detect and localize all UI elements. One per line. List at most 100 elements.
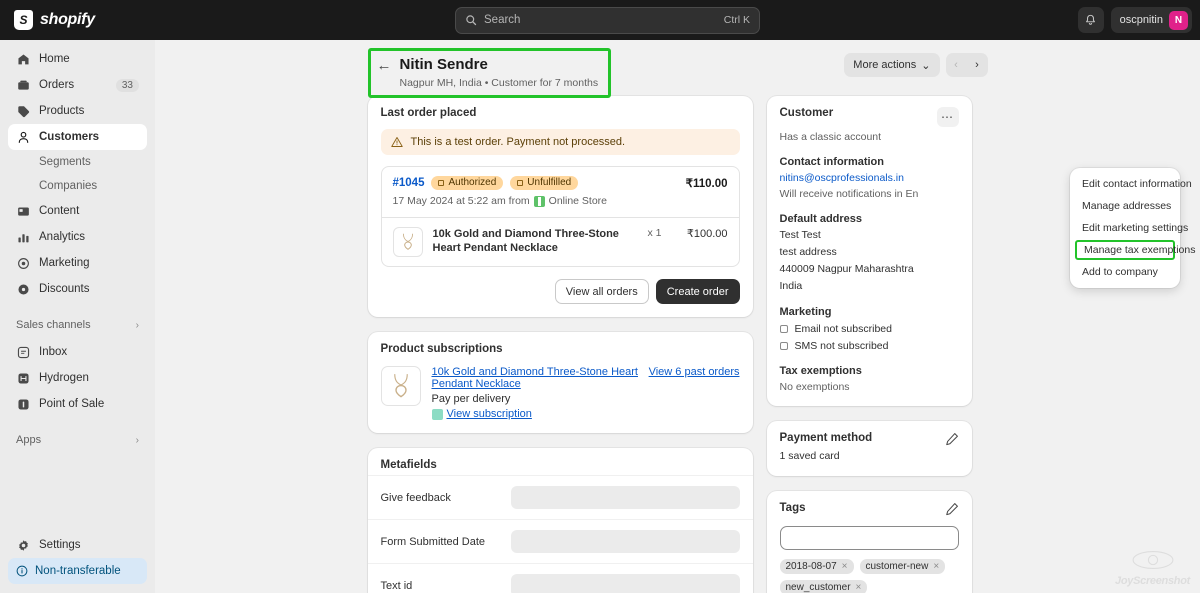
sidebar-item-point-of-sale[interactable]: Point of Sale: [8, 391, 147, 417]
view-past-orders-link[interactable]: View 6 past orders: [649, 366, 740, 378]
pencil-icon[interactable]: [945, 432, 959, 446]
sidebar-item-label: Content: [39, 205, 79, 217]
sidebar-item-customers[interactable]: Customers: [8, 124, 147, 150]
remove-tag-icon[interactable]: ×: [842, 561, 848, 572]
tag-label: customer-new: [866, 561, 929, 572]
status-badge-payment: Authorized: [431, 176, 503, 190]
metafield-value-give-feedback[interactable]: [511, 486, 740, 509]
more-options-icon[interactable]: ⋯: [937, 107, 959, 127]
pencil-icon[interactable]: [945, 502, 959, 516]
sidebar-footer: Settings Non-transferable: [8, 532, 147, 593]
remove-tag-icon[interactable]: ×: [856, 582, 862, 593]
status-badge[interactable]: Non-transferable: [8, 558, 147, 584]
menu-item-add-to-company[interactable]: Add to company: [1075, 261, 1175, 283]
order-summary: #1045 Authorized Unfulfilled ₹110.00: [381, 166, 740, 267]
sidebar-item-hydrogen[interactable]: Hydrogen: [8, 365, 147, 391]
sidebar-item-label: Hydrogen: [39, 372, 89, 384]
customers-icon: [16, 130, 30, 144]
sidebar-item-label: Products: [39, 105, 84, 117]
sidebar-group-label: Apps: [16, 434, 41, 446]
pagination: ‹ ›: [946, 53, 988, 77]
metafield-label: Text id: [381, 580, 511, 592]
metafields-card: Metafields Give feedback Form Submitted …: [368, 448, 753, 593]
sidebar-item-home[interactable]: Home: [8, 46, 147, 72]
subscription-frequency: Pay per delivery: [432, 393, 740, 405]
sidebar-group-apps[interactable]: Apps ›: [8, 426, 147, 454]
tag-chip[interactable]: 2018-08-07 ×: [780, 559, 854, 574]
online-store-icon: [534, 196, 545, 207]
subscription-row: 10k Gold and Diamond Three-Stone Heart P…: [381, 366, 740, 420]
remove-tag-icon[interactable]: ×: [933, 561, 939, 572]
previous-customer-button[interactable]: ‹: [946, 53, 967, 77]
orders-count-badge: 33: [116, 79, 139, 92]
default-address-heading: Default address: [780, 213, 959, 225]
back-button[interactable]: ←: [377, 57, 392, 75]
search-icon: [465, 14, 477, 26]
sidebar-item-settings[interactable]: Settings: [8, 532, 147, 558]
user-menu-button[interactable]: oscpnitin N: [1111, 7, 1192, 33]
sidebar-item-analytics[interactable]: Analytics: [8, 224, 147, 250]
point-of-sale-icon: [16, 397, 30, 411]
global-search[interactable]: Search Ctrl K: [455, 7, 760, 34]
tag-label: 2018-08-07: [786, 561, 837, 572]
sidebar-item-inbox[interactable]: Inbox: [8, 339, 147, 365]
menu-item-edit-marketing-settings[interactable]: Edit marketing settings: [1075, 217, 1175, 239]
more-actions-button[interactable]: More actions ⌄: [844, 53, 939, 77]
status-badge-label: Unfulfilled: [527, 177, 571, 188]
metafield-value-form-submitted-date[interactable]: [511, 530, 740, 553]
search-shortcut: Ctrl K: [724, 14, 750, 26]
tags-input[interactable]: [780, 526, 959, 550]
last-order-card: Last order placed This is a test order. …: [368, 96, 753, 317]
tag-chip[interactable]: new_customer ×: [780, 580, 868, 593]
create-order-button[interactable]: Create order: [656, 279, 740, 304]
metafield-value-text-id[interactable]: [511, 574, 740, 593]
analytics-icon: [16, 230, 30, 244]
sidebar-item-discounts[interactable]: Discounts: [8, 276, 147, 302]
customer-email-link[interactable]: nitins@oscprofessionals.in: [780, 172, 959, 184]
notification-language: Will receive notifications in En: [780, 188, 959, 200]
metafield-row: Form Submitted Date: [368, 519, 753, 563]
chevron-right-icon: ›: [136, 320, 139, 331]
sidebar-item-orders[interactable]: Orders 33: [8, 72, 147, 98]
sidebar-item-content[interactable]: Content: [8, 198, 147, 224]
necklace-thumbnail: [381, 366, 421, 406]
sidebar-group-sales-channels[interactable]: Sales channels ›: [8, 311, 147, 339]
view-subscription-link[interactable]: View subscription: [432, 408, 740, 420]
tax-exemptions-heading: Tax exemptions: [780, 365, 959, 377]
tag-chip[interactable]: customer-new ×: [860, 559, 946, 574]
menu-item-edit-contact-information[interactable]: Edit contact information: [1075, 173, 1175, 195]
watermark-text: JoyScreenshot: [1115, 575, 1190, 587]
top-bar: S shopify Search Ctrl K oscpnitin N: [0, 0, 1200, 40]
primary-column: Last order placed This is a test order. …: [368, 96, 753, 593]
info-icon: [16, 565, 28, 577]
menu-item-manage-addresses[interactable]: Manage addresses: [1075, 195, 1175, 217]
sidebar-subitem-label: Segments: [39, 156, 91, 168]
shopify-logo[interactable]: S shopify: [0, 10, 155, 30]
marketing-status-label: SMS not subscribed: [795, 340, 889, 352]
sidebar-item-marketing[interactable]: Marketing: [8, 250, 147, 276]
card-title: Tags: [780, 502, 806, 514]
sidebar-item-segments[interactable]: Segments: [8, 150, 147, 174]
account-type: Has a classic account: [780, 131, 959, 143]
marketing-sms-status: SMS not subscribed: [780, 340, 959, 352]
next-customer-button[interactable]: ›: [967, 53, 988, 77]
tag-list: 2018-08-07 × customer-new × new_customer…: [780, 559, 959, 593]
view-all-orders-button[interactable]: View all orders: [555, 279, 649, 304]
subscription-product-link[interactable]: 10k Gold and Diamond Three-Stone Heart P…: [432, 366, 649, 390]
search-input[interactable]: Search Ctrl K: [455, 7, 760, 34]
order-card-actions: View all orders Create order: [381, 279, 740, 304]
menu-item-manage-tax-exemptions[interactable]: Manage tax exemptions: [1075, 240, 1175, 260]
app-shell: Home Orders 33 Products Customers Segmen…: [0, 40, 1200, 593]
discounts-icon: [16, 282, 30, 296]
marketing-status-label: Email not subscribed: [795, 323, 892, 335]
unchecked-box-icon: [780, 325, 788, 333]
metafield-label: Form Submitted Date: [381, 536, 511, 548]
status-dot-icon: [438, 180, 444, 186]
sidebar-item-products[interactable]: Products: [8, 98, 147, 124]
page-title: Nitin Sendre: [400, 56, 599, 74]
tax-exemptions-value: No exemptions: [780, 381, 959, 393]
sidebar-item-companies[interactable]: Companies: [8, 174, 147, 198]
card-title: Metafields: [381, 459, 740, 471]
notifications-button[interactable]: [1078, 7, 1104, 33]
order-number-link[interactable]: #1045: [393, 177, 425, 189]
